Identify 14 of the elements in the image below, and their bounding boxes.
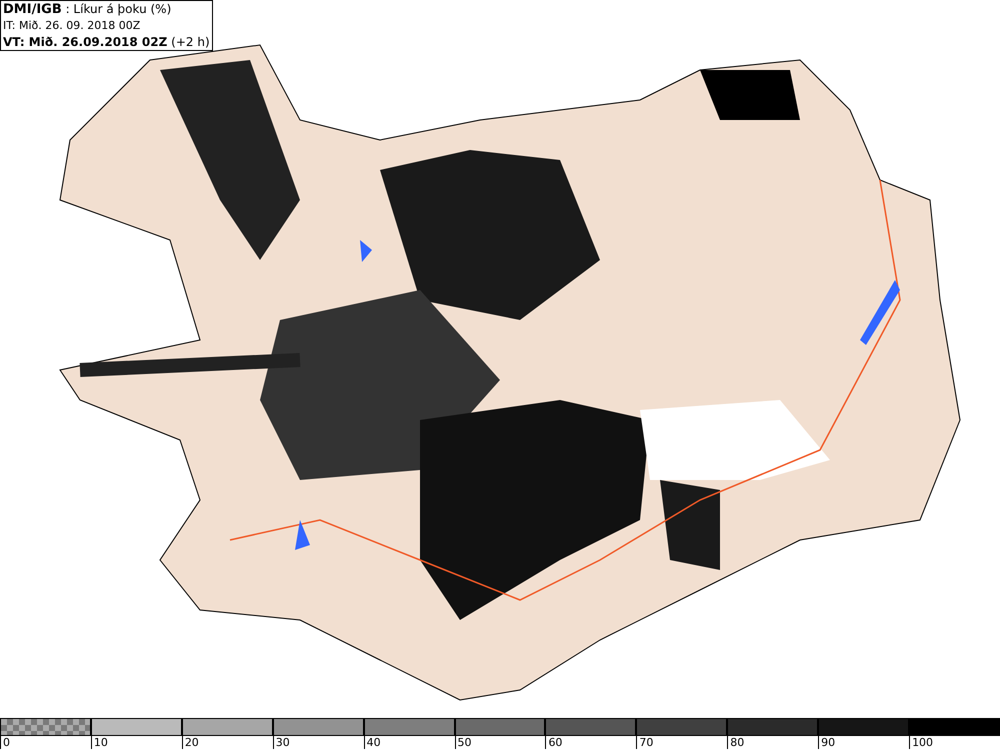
legend-label: 60 [545, 736, 562, 749]
legend-label: 20 [182, 736, 199, 749]
legend-label: 0 [0, 736, 10, 749]
legend-label: 50 [454, 736, 472, 749]
title-line: DMI/IGB : Líkur á þoku (%) [3, 1, 172, 18]
legend-label: 80 [727, 736, 744, 749]
legend-label: 40 [364, 736, 381, 749]
valid-time: VT: Mið. 26.09.2018 02Z (+2 h) [3, 34, 210, 50]
legend-label: 10 [90, 736, 108, 749]
legend-label: 70 [636, 736, 654, 749]
legend-label: 30 [272, 736, 290, 749]
legend-label: 100 [909, 736, 934, 749]
issue-time: IT: Mið. 26. 09. 2018 00Z [3, 18, 142, 34]
legend-label: 90 [818, 736, 836, 749]
